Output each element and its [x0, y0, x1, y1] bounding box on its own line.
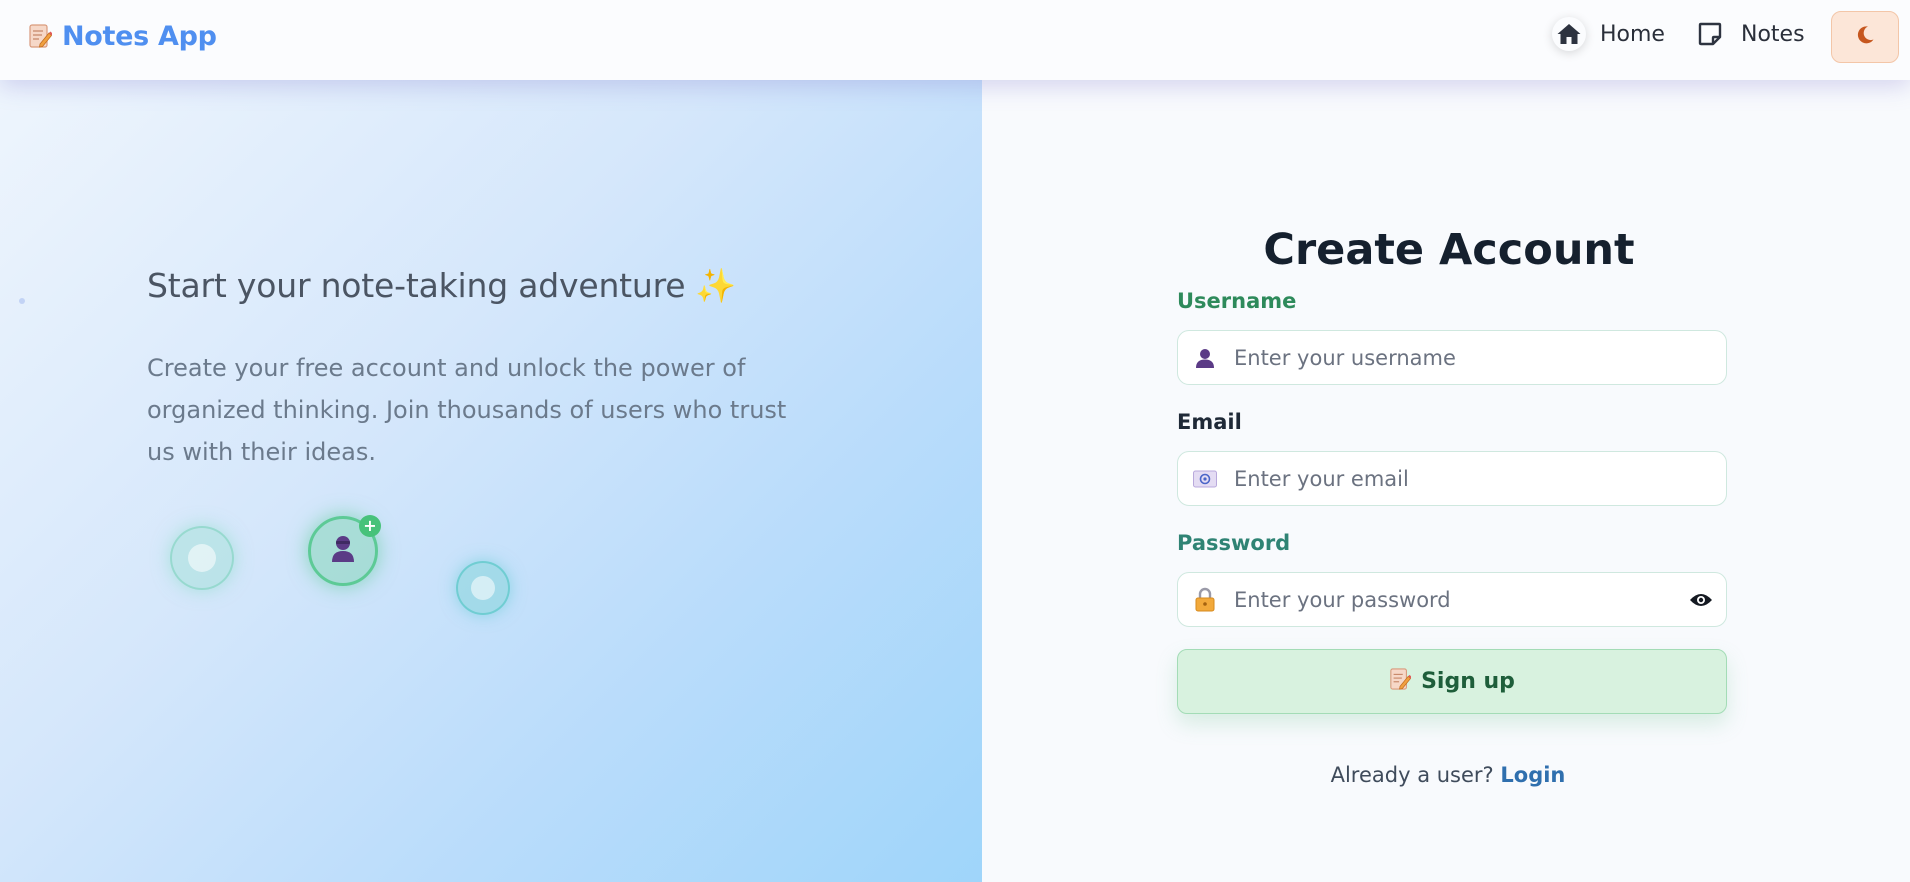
brand-title: Notes App — [62, 20, 217, 52]
email-field-wrapper — [1177, 451, 1727, 506]
hero-title: Start your note-taking adventure ✨ — [147, 266, 736, 306]
house-icon — [1552, 17, 1586, 51]
hero-title-text: Start your note-taking adventure — [147, 266, 686, 305]
brand-logo-link[interactable]: Notes App — [28, 18, 217, 54]
password-label: Password — [1177, 531, 1291, 555]
username-input[interactable] — [1232, 337, 1726, 378]
password-field-wrapper — [1177, 572, 1727, 627]
email-icon — [1192, 466, 1218, 492]
moon-icon — [1854, 24, 1876, 50]
nav-home-label: Home — [1600, 21, 1665, 47]
theme-toggle-button[interactable] — [1831, 11, 1899, 63]
decorative-bubble — [170, 526, 234, 590]
login-prompt-text: Already a user? — [1330, 763, 1494, 787]
nav-notes-label: Notes — [1741, 21, 1805, 47]
user-icon — [326, 532, 360, 570]
signup-button[interactable]: Sign up — [1177, 649, 1727, 714]
hero-description: Create your free account and unlock the … — [147, 354, 787, 466]
lock-icon — [1192, 587, 1218, 613]
decorative-bubble — [456, 561, 510, 615]
username-label: Username — [1177, 289, 1297, 313]
username-field-wrapper — [1177, 330, 1727, 385]
login-link[interactable]: Login — [1500, 763, 1565, 787]
password-input[interactable] — [1232, 579, 1686, 620]
nav-notes-link[interactable]: Notes — [1693, 15, 1805, 53]
signup-form-panel: Create Account Username Email Password — [982, 80, 1910, 882]
plus-badge: + — [359, 515, 381, 537]
form-title: Create Account — [1263, 225, 1635, 275]
email-label: Email — [1177, 410, 1242, 434]
memo-icon — [1389, 667, 1412, 697]
email-input[interactable] — [1232, 458, 1726, 499]
eye-icon[interactable] — [1686, 585, 1716, 615]
user-avatar-bubble: + — [308, 515, 381, 586]
nav-home-link[interactable]: Home — [1552, 15, 1665, 53]
memo-icon — [28, 22, 52, 50]
sparkle-icon: ✨ — [695, 266, 737, 305]
sticky-note-icon — [1693, 17, 1727, 51]
decorative-dot — [19, 298, 25, 304]
navbar: Notes App Home Notes — [0, 0, 1910, 80]
hero-panel: Start your note-taking adventure ✨ Create… — [0, 80, 982, 882]
signup-button-label: Sign up — [1421, 669, 1515, 694]
user-icon — [1192, 345, 1218, 371]
login-prompt: Already a user? Login — [982, 763, 1910, 787]
